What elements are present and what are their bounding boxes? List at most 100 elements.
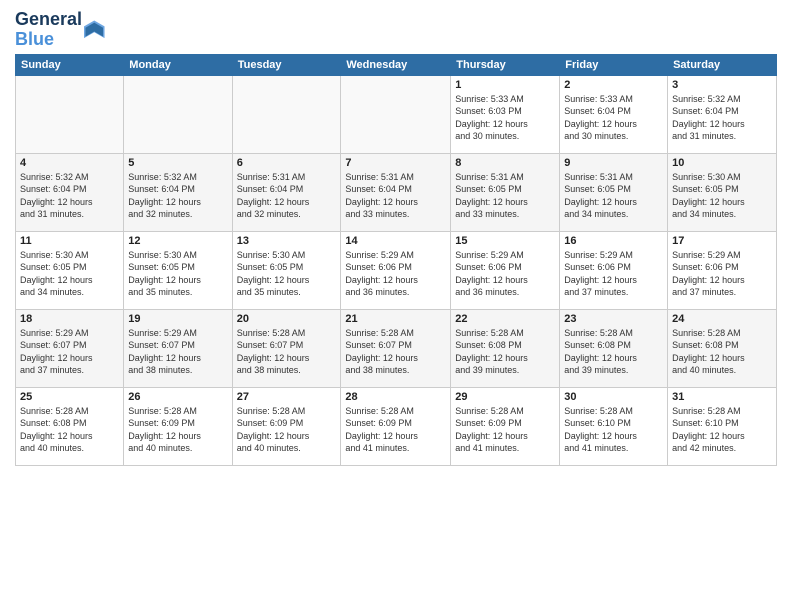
day-number: 17 xyxy=(672,235,772,247)
calendar-cell: 13 Sunrise: 5:30 AM Sunset: 6:05 PM Dayli… xyxy=(232,231,341,309)
calendar-cell: 29 Sunrise: 5:28 AM Sunset: 6:09 PM Dayli… xyxy=(451,387,560,465)
logo: GeneralBlue xyxy=(15,10,106,50)
day-number: 4 xyxy=(20,157,119,169)
weekday-friday: Friday xyxy=(560,54,668,75)
day-number: 15 xyxy=(455,235,555,247)
weekday-header-row: SundayMondayTuesdayWednesdayThursdayFrid… xyxy=(16,54,777,75)
day-number: 26 xyxy=(128,391,227,403)
day-info: Sunrise: 5:29 AM Sunset: 6:07 PM Dayligh… xyxy=(20,327,119,377)
day-info: Sunrise: 5:28 AM Sunset: 6:09 PM Dayligh… xyxy=(128,405,227,455)
day-number: 18 xyxy=(20,313,119,325)
day-info: Sunrise: 5:28 AM Sunset: 6:09 PM Dayligh… xyxy=(455,405,555,455)
day-number: 1 xyxy=(455,79,555,91)
day-number: 16 xyxy=(564,235,663,247)
day-number: 21 xyxy=(345,313,446,325)
week-row-3: 11 Sunrise: 5:30 AM Sunset: 6:05 PM Dayli… xyxy=(16,231,777,309)
calendar-cell xyxy=(124,75,232,153)
day-info: Sunrise: 5:30 AM Sunset: 6:05 PM Dayligh… xyxy=(237,249,337,299)
logo-icon xyxy=(84,19,106,41)
day-number: 28 xyxy=(345,391,446,403)
day-info: Sunrise: 5:31 AM Sunset: 6:04 PM Dayligh… xyxy=(237,171,337,221)
day-info: Sunrise: 5:28 AM Sunset: 6:10 PM Dayligh… xyxy=(564,405,663,455)
calendar-cell: 24Sunrise: 5:28 AM Sunset: 6:08 PM Dayli… xyxy=(668,309,777,387)
day-info: Sunrise: 5:28 AM Sunset: 6:08 PM Dayligh… xyxy=(564,327,663,377)
week-row-1: 1 Sunrise: 5:33 AM Sunset: 6:03 PM Daylig… xyxy=(16,75,777,153)
day-number: 6 xyxy=(237,157,337,169)
calendar-cell: 31 Sunrise: 5:28 AM Sunset: 6:10 PM Dayli… xyxy=(668,387,777,465)
calendar-cell: 22 Sunrise: 5:28 AM Sunset: 6:08 PM Dayli… xyxy=(451,309,560,387)
calendar-cell: 8 Sunrise: 5:31 AM Sunset: 6:05 PM Daylig… xyxy=(451,153,560,231)
day-number: 3 xyxy=(672,79,772,91)
day-number: 24 xyxy=(672,313,772,325)
day-number: 2 xyxy=(564,79,663,91)
calendar-cell: 25 Sunrise: 5:28 AM Sunset: 6:08 PM Dayli… xyxy=(16,387,124,465)
day-info: Sunrise: 5:28 AM Sunset: 6:08 PM Dayligh… xyxy=(20,405,119,455)
calendar-table: SundayMondayTuesdayWednesdayThursdayFrid… xyxy=(15,54,777,466)
calendar-cell: 15 Sunrise: 5:29 AM Sunset: 6:06 PM Dayli… xyxy=(451,231,560,309)
day-info: Sunrise: 5:33 AM Sunset: 6:04 PM Dayligh… xyxy=(564,93,663,143)
day-info: Sunrise: 5:31 AM Sunset: 6:05 PM Dayligh… xyxy=(455,171,555,221)
day-number: 14 xyxy=(345,235,446,247)
calendar-cell: 11 Sunrise: 5:30 AM Sunset: 6:05 PM Dayli… xyxy=(16,231,124,309)
day-number: 23 xyxy=(564,313,663,325)
calendar-cell: 3 Sunrise: 5:32 AM Sunset: 6:04 PM Daylig… xyxy=(668,75,777,153)
day-info: Sunrise: 5:29 AM Sunset: 6:06 PM Dayligh… xyxy=(564,249,663,299)
weekday-saturday: Saturday xyxy=(668,54,777,75)
day-number: 8 xyxy=(455,157,555,169)
weekday-thursday: Thursday xyxy=(451,54,560,75)
day-info: Sunrise: 5:29 AM Sunset: 6:07 PM Dayligh… xyxy=(128,327,227,377)
day-info: Sunrise: 5:32 AM Sunset: 6:04 PM Dayligh… xyxy=(20,171,119,221)
day-number: 29 xyxy=(455,391,555,403)
day-info: Sunrise: 5:28 AM Sunset: 6:09 PM Dayligh… xyxy=(237,405,337,455)
day-number: 19 xyxy=(128,313,227,325)
day-number: 5 xyxy=(128,157,227,169)
calendar-cell: 20 Sunrise: 5:28 AM Sunset: 6:07 PM Dayli… xyxy=(232,309,341,387)
day-number: 11 xyxy=(20,235,119,247)
day-info: Sunrise: 5:29 AM Sunset: 6:06 PM Dayligh… xyxy=(672,249,772,299)
day-info: Sunrise: 5:30 AM Sunset: 6:05 PM Dayligh… xyxy=(672,171,772,221)
day-number: 30 xyxy=(564,391,663,403)
day-info: Sunrise: 5:28 AM Sunset: 6:07 PM Dayligh… xyxy=(345,327,446,377)
day-number: 31 xyxy=(672,391,772,403)
weekday-wednesday: Wednesday xyxy=(341,54,451,75)
calendar-cell: 21 Sunrise: 5:28 AM Sunset: 6:07 PM Dayli… xyxy=(341,309,451,387)
calendar-cell: 12 Sunrise: 5:30 AM Sunset: 6:05 PM Dayli… xyxy=(124,231,232,309)
logo-text: GeneralBlue xyxy=(15,10,82,50)
day-info: Sunrise: 5:31 AM Sunset: 6:04 PM Dayligh… xyxy=(345,171,446,221)
calendar-cell xyxy=(232,75,341,153)
day-number: 7 xyxy=(345,157,446,169)
calendar-cell: 9Sunrise: 5:31 AM Sunset: 6:05 PM Daylig… xyxy=(560,153,668,231)
calendar-cell xyxy=(16,75,124,153)
day-info: Sunrise: 5:32 AM Sunset: 6:04 PM Dayligh… xyxy=(128,171,227,221)
week-row-4: 18 Sunrise: 5:29 AM Sunset: 6:07 PM Dayli… xyxy=(16,309,777,387)
calendar-cell: 19 Sunrise: 5:29 AM Sunset: 6:07 PM Dayli… xyxy=(124,309,232,387)
calendar-cell: 6 Sunrise: 5:31 AM Sunset: 6:04 PM Daylig… xyxy=(232,153,341,231)
day-info: Sunrise: 5:29 AM Sunset: 6:06 PM Dayligh… xyxy=(455,249,555,299)
calendar-cell: 26 Sunrise: 5:28 AM Sunset: 6:09 PM Dayli… xyxy=(124,387,232,465)
day-info: Sunrise: 5:33 AM Sunset: 6:03 PM Dayligh… xyxy=(455,93,555,143)
day-number: 25 xyxy=(20,391,119,403)
calendar-cell: 14Sunrise: 5:29 AM Sunset: 6:06 PM Dayli… xyxy=(341,231,451,309)
day-number: 9 xyxy=(564,157,663,169)
day-info: Sunrise: 5:28 AM Sunset: 6:07 PM Dayligh… xyxy=(237,327,337,377)
calendar-cell: 18 Sunrise: 5:29 AM Sunset: 6:07 PM Dayli… xyxy=(16,309,124,387)
calendar-cell: 30 Sunrise: 5:28 AM Sunset: 6:10 PM Dayli… xyxy=(560,387,668,465)
calendar-cell: 7 Sunrise: 5:31 AM Sunset: 6:04 PM Daylig… xyxy=(341,153,451,231)
day-number: 20 xyxy=(237,313,337,325)
day-number: 12 xyxy=(128,235,227,247)
day-info: Sunrise: 5:28 AM Sunset: 6:08 PM Dayligh… xyxy=(455,327,555,377)
day-info: Sunrise: 5:32 AM Sunset: 6:04 PM Dayligh… xyxy=(672,93,772,143)
calendar-cell: 5 Sunrise: 5:32 AM Sunset: 6:04 PM Daylig… xyxy=(124,153,232,231)
day-number: 22 xyxy=(455,313,555,325)
day-info: Sunrise: 5:30 AM Sunset: 6:05 PM Dayligh… xyxy=(20,249,119,299)
header: GeneralBlue xyxy=(15,10,777,50)
calendar-cell: 28 Sunrise: 5:28 AM Sunset: 6:09 PM Dayli… xyxy=(341,387,451,465)
day-info: Sunrise: 5:28 AM Sunset: 6:10 PM Dayligh… xyxy=(672,405,772,455)
day-number: 13 xyxy=(237,235,337,247)
week-row-2: 4 Sunrise: 5:32 AM Sunset: 6:04 PM Daylig… xyxy=(16,153,777,231)
day-info: Sunrise: 5:30 AM Sunset: 6:05 PM Dayligh… xyxy=(128,249,227,299)
calendar-cell xyxy=(341,75,451,153)
day-info: Sunrise: 5:28 AM Sunset: 6:09 PM Dayligh… xyxy=(345,405,446,455)
calendar-cell: 27Sunrise: 5:28 AM Sunset: 6:09 PM Dayli… xyxy=(232,387,341,465)
day-number: 10 xyxy=(672,157,772,169)
